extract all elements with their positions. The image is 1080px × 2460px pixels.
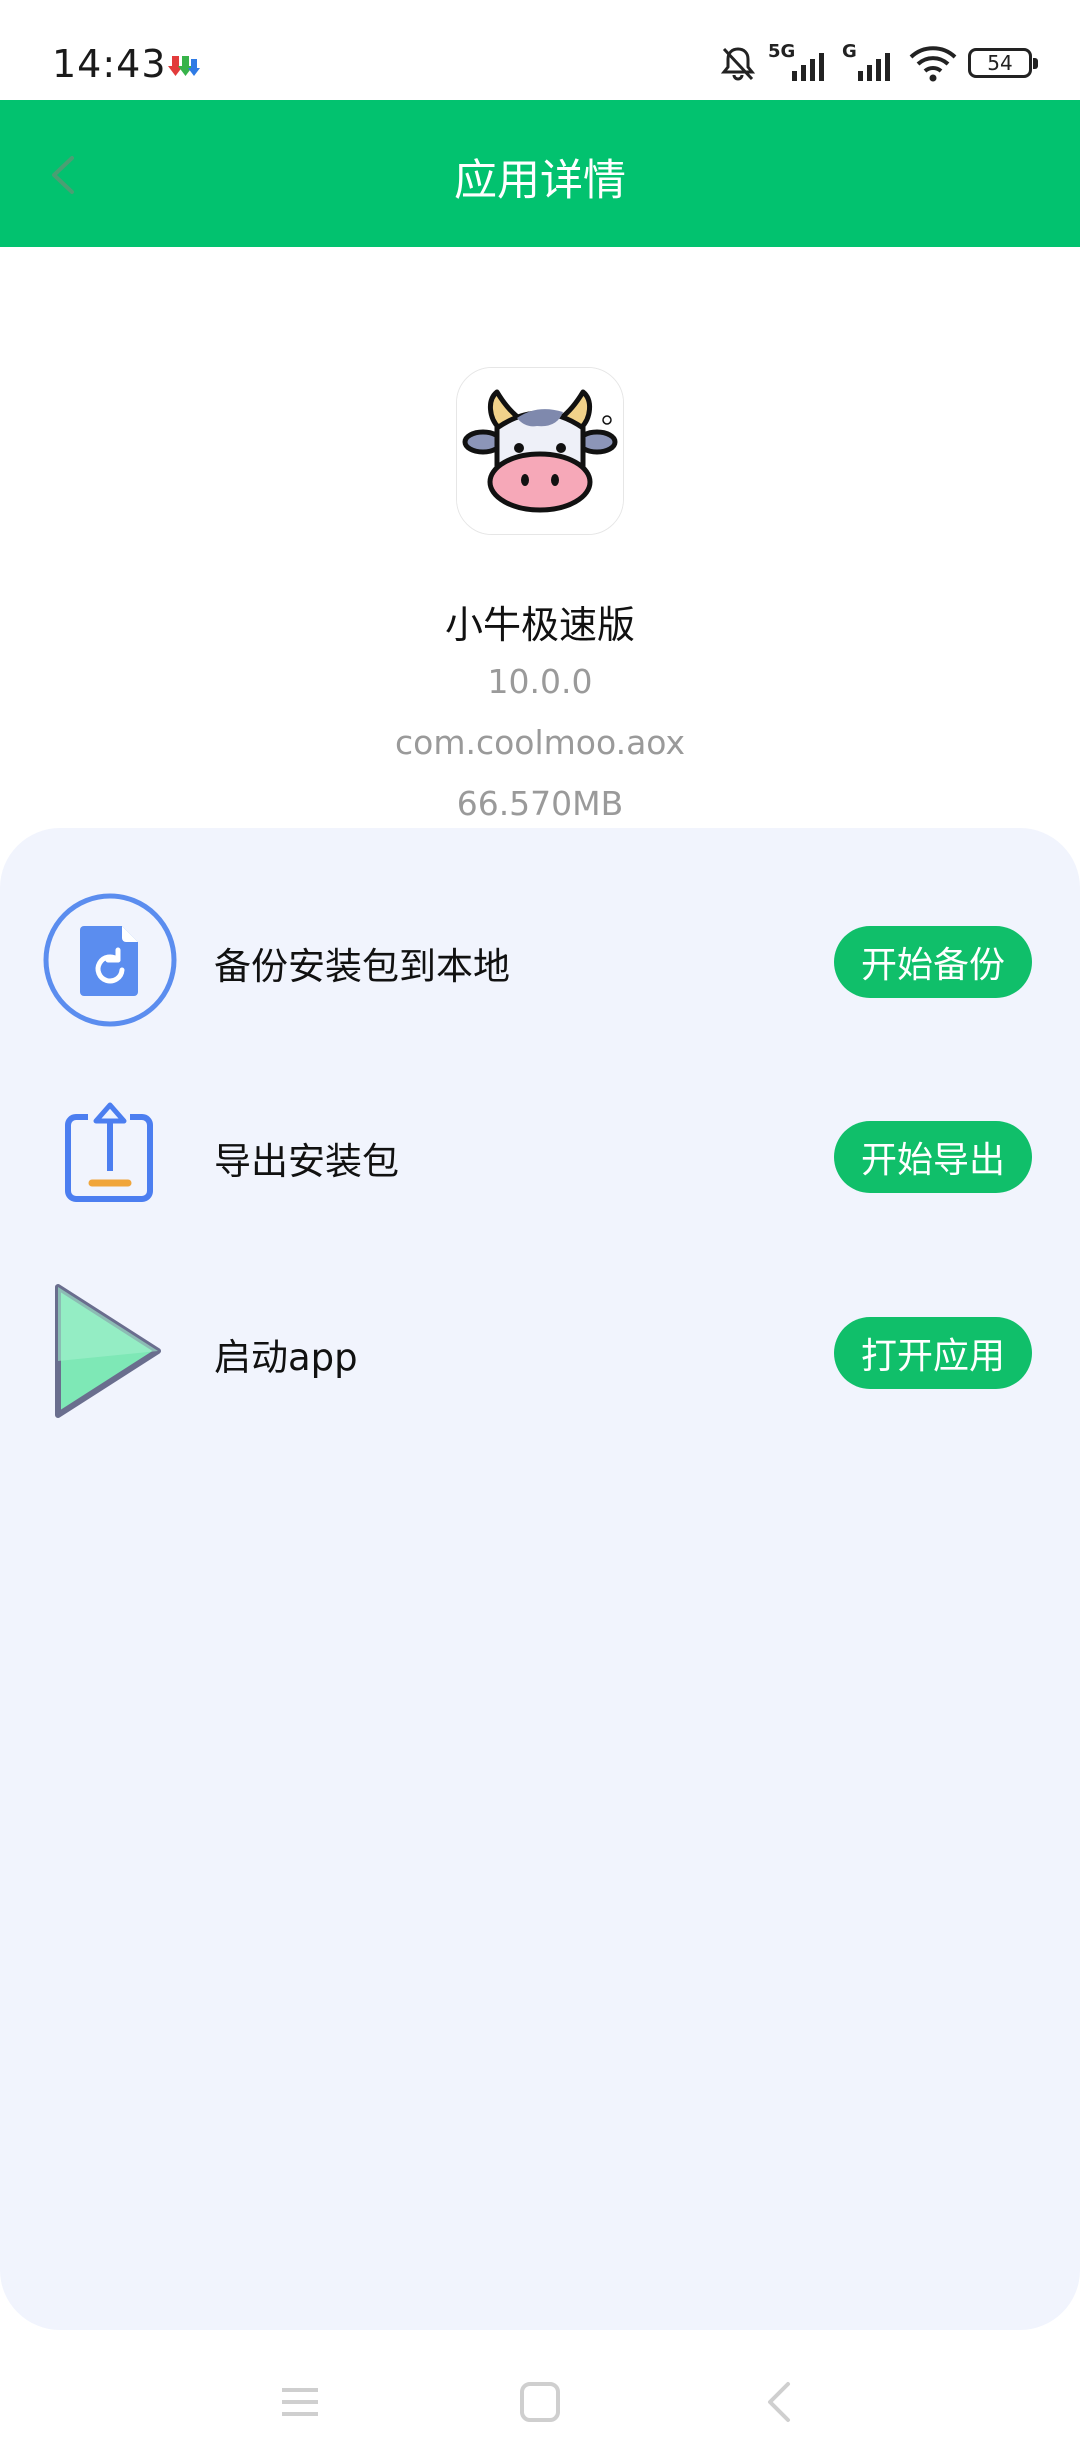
app-bar: 应用详情 [0,100,1080,247]
status-bar: 14:43 5G G 54 [0,0,1080,100]
status-time: 14:43 [52,42,167,86]
action-row-backup: 备份安装包到本地 开始备份 [0,886,1080,1036]
back-nav-icon[interactable] [750,2372,810,2432]
launch-label: 启动app [214,1336,358,1379]
battery-indicator: 54 [968,48,1038,78]
play-icon [55,1284,161,1418]
start-backup-button[interactable]: 开始备份 [834,926,1032,998]
signal-g-icon: G [842,41,898,83]
start-export-button[interactable]: 开始导出 [834,1121,1032,1193]
system-nav-bar [0,2330,1080,2460]
app-icon [456,367,624,535]
action-row-export: 导出安装包 开始导出 [0,1081,1080,1231]
page-title: 应用详情 [454,156,626,206]
mute-bell-icon [720,47,756,81]
backup-label: 备份安装包到本地 [214,945,510,988]
app-version: 10.0.0 [487,662,593,701]
signal-5g-icon: 5G [768,41,832,83]
app-package-name: com.coolmoo.aox [394,723,686,762]
actions-panel: 备份安装包到本地 开始备份 导出安装包 开始导出 启动app 打开应用 [0,828,1080,2330]
app-size: 66.570MB [456,784,624,823]
download-notification-icon [168,56,200,76]
wifi-icon [909,46,957,82]
status-icons: 5G G 54 [718,40,1038,86]
app-name: 小牛极速版 [444,603,635,647]
backup-file-icon [43,893,177,1027]
export-upload-icon [65,1102,153,1202]
menu-icon[interactable] [270,2372,330,2432]
export-label: 导出安装包 [214,1140,399,1183]
open-app-button[interactable]: 打开应用 [834,1317,1032,1389]
action-row-launch: 启动app 打开应用 [0,1277,1080,1427]
home-icon[interactable] [510,2372,570,2432]
cow-logo-icon [457,368,623,534]
